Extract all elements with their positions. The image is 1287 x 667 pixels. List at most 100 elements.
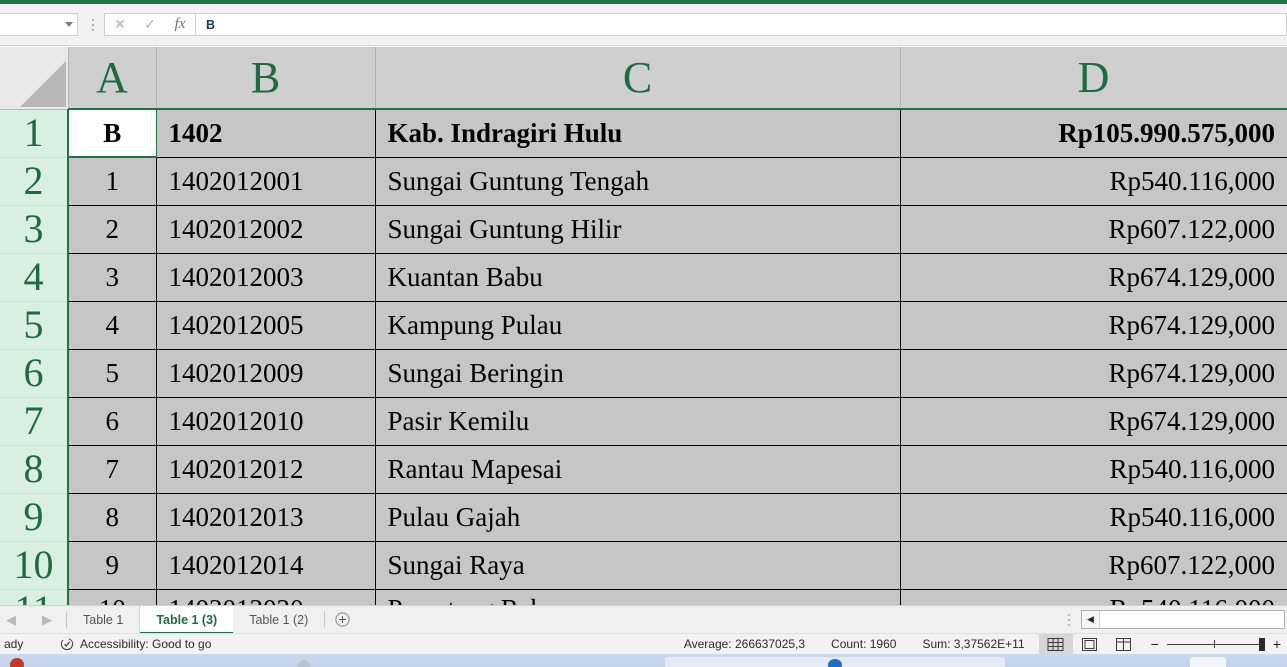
taskbar-icon-red[interactable] [10, 658, 24, 667]
status-count[interactable]: Count: 1960 [831, 637, 896, 651]
cell-b10[interactable]: 1402012014 [156, 541, 376, 590]
row-header[interactable]: 11 [0, 589, 69, 605]
row-header[interactable]: 9 [0, 493, 69, 542]
cell-c4[interactable]: Kuantan Babu [375, 253, 901, 302]
cell-a7[interactable]: 6 [68, 397, 157, 446]
sheet-table: A B C D 1 B 1402 Kab. Indragiri Hulu Rp1… [0, 47, 1287, 605]
add-sheet-button[interactable] [325, 606, 359, 634]
horizontal-scrollbar[interactable]: ◀ [1081, 610, 1285, 629]
insert-function-icon[interactable]: fx [165, 14, 195, 35]
cell-c5[interactable]: Kampung Pulau [375, 301, 901, 350]
name-box[interactable] [0, 13, 78, 36]
sheet-next-icon[interactable]: ▶ [42, 612, 52, 628]
cell-d6[interactable]: Rp674.129,000 [900, 349, 1287, 398]
cell-a4[interactable]: 3 [68, 253, 157, 302]
row-header[interactable]: 6 [0, 349, 69, 398]
normal-view-button[interactable] [1038, 634, 1073, 654]
taskbar-icon-blue[interactable] [828, 659, 842, 667]
cell-b3[interactable]: 1402012002 [156, 205, 376, 254]
row-header[interactable]: 7 [0, 397, 69, 446]
cell-b7[interactable]: 1402012010 [156, 397, 376, 446]
cell-c3[interactable]: Sungai Guntung Hilir [375, 205, 901, 254]
sheet-tab-bar: ◀ ▶ Table 1 Table 1 (3) Table 1 (2) ◀ [0, 605, 1287, 634]
table-row: 2 1 1402012001 Sungai Guntung Tengah Rp5… [0, 157, 1287, 206]
sheet-tab-table-1-2[interactable]: Table 1 (2) [233, 606, 324, 634]
cell-c9[interactable]: Pulau Gajah [375, 493, 901, 542]
row-header[interactable]: 3 [0, 205, 69, 254]
spreadsheet-grid[interactable]: A B C D 1 B 1402 Kab. Indragiri Hulu Rp1… [0, 47, 1287, 605]
scroll-grip[interactable] [1063, 610, 1075, 630]
cell-d2[interactable]: Rp540.116,000 [900, 157, 1287, 206]
cell-d10[interactable]: Rp607.122,000 [900, 541, 1287, 590]
formula-input[interactable]: B [196, 13, 1287, 36]
sheet-tab-table-1-3[interactable]: Table 1 (3) [140, 605, 234, 634]
cell-b5[interactable]: 1402012005 [156, 301, 376, 350]
zoom-slider-thumb[interactable] [1258, 638, 1265, 651]
row-header[interactable]: 4 [0, 253, 69, 302]
cell-c11[interactable]: Pematang Reba [375, 589, 901, 605]
row-header[interactable]: 5 [0, 301, 69, 350]
cell-c1[interactable]: Kab. Indragiri Hulu [375, 109, 901, 158]
cell-d3[interactable]: Rp607.122,000 [900, 205, 1287, 254]
cell-b4[interactable]: 1402012003 [156, 253, 376, 302]
cell-c10[interactable]: Sungai Raya [375, 541, 901, 590]
cell-d5[interactable]: Rp674.129,000 [900, 301, 1287, 350]
chevron-down-icon[interactable] [65, 22, 73, 27]
cell-b2[interactable]: 1402012001 [156, 157, 376, 206]
sheet-prev-icon[interactable]: ◀ [6, 612, 16, 628]
cell-c6[interactable]: Sungai Beringin [375, 349, 901, 398]
zoom-in-button[interactable]: + [1273, 637, 1281, 651]
scroll-thumb[interactable] [1100, 611, 1284, 628]
status-sum[interactable]: Sum: 3,37562E+11 [922, 637, 1024, 651]
view-buttons [1038, 634, 1151, 654]
status-average[interactable]: Average: 266637025,3 [684, 637, 805, 651]
cell-c8[interactable]: Rantau Mapesai [375, 445, 901, 494]
row-header[interactable]: 8 [0, 445, 69, 494]
cell-b11[interactable]: 1402012020 [156, 589, 376, 605]
page-break-view-button[interactable] [1107, 634, 1141, 654]
cell-b6[interactable]: 1402012009 [156, 349, 376, 398]
zoom-slider[interactable] [1166, 638, 1265, 651]
page-layout-view-button[interactable] [1073, 634, 1107, 654]
taskbar-icon-white[interactable] [1190, 657, 1226, 667]
select-all-corner[interactable] [0, 47, 69, 110]
accessibility-status[interactable]: Accessibility: Good to go [56, 637, 211, 651]
zoom-out-button[interactable]: − [1151, 637, 1159, 651]
cell-d11[interactable]: Rp540.116,000 [900, 589, 1287, 605]
cell-d8[interactable]: Rp540.116,000 [900, 445, 1287, 494]
table-row: 5 4 1402012005 Kampung Pulau Rp674.129,0… [0, 301, 1287, 350]
cell-d1[interactable]: Rp105.990.575,000 [900, 109, 1287, 158]
row-header[interactable]: 2 [0, 157, 69, 206]
cell-b8[interactable]: 1402012012 [156, 445, 376, 494]
cell-d4[interactable]: Rp674.129,000 [900, 253, 1287, 302]
cancel-icon[interactable]: ✕ [105, 14, 135, 35]
cell-a9[interactable]: 8 [68, 493, 157, 542]
row-header[interactable]: 1 [0, 109, 69, 158]
cell-a10[interactable]: 9 [68, 541, 157, 590]
column-header-b[interactable]: B [156, 47, 376, 110]
cell-b9[interactable]: 1402012013 [156, 493, 376, 542]
column-header-a[interactable]: A [68, 47, 157, 110]
cell-d7[interactable]: Rp674.129,000 [900, 397, 1287, 446]
sheet-tab-table-1[interactable]: Table 1 [67, 605, 141, 634]
zoom-control: − + [1151, 637, 1287, 651]
column-header-d[interactable]: D [900, 47, 1287, 110]
cell-a8[interactable]: 7 [68, 445, 157, 494]
cell-a3[interactable]: 2 [68, 205, 157, 254]
cell-a11[interactable]: 10 [68, 589, 157, 605]
formula-bar: ✕ ✓ fx B [0, 4, 1287, 46]
formula-bar-grip[interactable] [86, 12, 100, 38]
cell-a1[interactable]: B [67, 108, 157, 158]
cell-a6[interactable]: 5 [68, 349, 157, 398]
cell-c7[interactable]: Pasir Kemilu [375, 397, 901, 446]
scroll-left-icon[interactable]: ◀ [1082, 611, 1100, 628]
row-header[interactable]: 10 [0, 541, 69, 590]
cell-b1[interactable]: 1402 [156, 109, 376, 158]
cell-d9[interactable]: Rp540.116,000 [900, 493, 1287, 542]
column-header-c[interactable]: C [375, 47, 901, 110]
cell-c2[interactable]: Sungai Guntung Tengah [375, 157, 901, 206]
cell-a5[interactable]: 4 [68, 301, 157, 350]
confirm-icon[interactable]: ✓ [135, 14, 165, 35]
cell-a2[interactable]: 1 [68, 157, 157, 206]
taskbar-icon-gray[interactable] [298, 660, 310, 667]
